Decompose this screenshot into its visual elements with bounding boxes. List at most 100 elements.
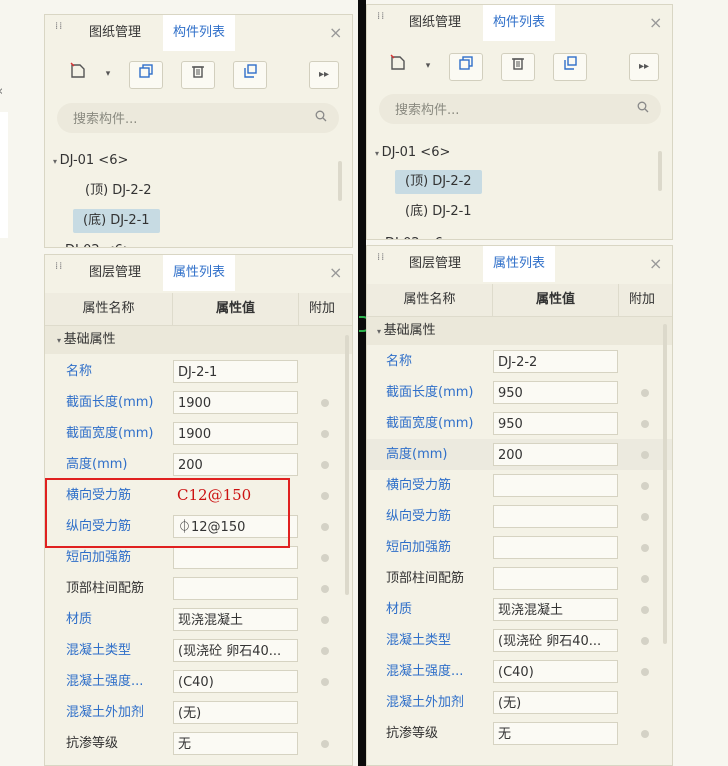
property-value-field[interactable]: 现浇混凝土 xyxy=(173,608,298,631)
property-group-basic[interactable]: ▾ 基础属性 xyxy=(45,326,352,354)
property-row[interactable]: 混凝土类型 (现浇砼 卵石40... xyxy=(367,625,672,656)
tree-node-dj-01[interactable]: ▾ DJ-01 <6> xyxy=(53,149,128,173)
property-value-field[interactable] xyxy=(493,536,618,559)
property-value-field[interactable]: 950 xyxy=(493,381,618,404)
tab-drawing-manage[interactable]: 图纸管理 xyxy=(399,5,471,41)
property-row[interactable]: 高度(mm) 200 xyxy=(367,439,672,470)
property-row[interactable]: 高度(mm) 200 xyxy=(45,449,352,480)
grip-icon[interactable]: ⁞⁞ xyxy=(377,12,385,32)
property-value-field[interactable]: (现浇砼 卵石40... xyxy=(493,629,618,652)
property-value-field[interactable]: (无) xyxy=(493,691,618,714)
tab-drawing-manage[interactable]: 图纸管理 xyxy=(79,15,151,51)
search-input[interactable] xyxy=(71,103,295,135)
property-value-field[interactable]: 1900 xyxy=(173,391,298,414)
property-scrollbar[interactable] xyxy=(345,335,349,595)
option-dot-icon[interactable] xyxy=(321,399,329,407)
tab-component-list[interactable]: 构件列表 xyxy=(483,5,556,41)
property-row[interactable]: 名称 DJ-2-2 xyxy=(367,346,672,377)
property-row[interactable]: 名称 DJ-2-1 xyxy=(45,356,352,387)
option-dot-icon[interactable] xyxy=(641,668,649,676)
property-row[interactable]: 横向受力筋 xyxy=(367,470,672,501)
option-dot-icon[interactable] xyxy=(641,451,649,459)
property-value-field[interactable]: (现浇砼 卵石40... xyxy=(173,639,298,662)
tree-node-bottom[interactable]: (底) DJ-2-1 xyxy=(405,200,472,224)
tree-node-dj-02[interactable]: DJ-02 <6> xyxy=(65,239,134,247)
close-icon[interactable]: × xyxy=(649,5,662,41)
option-dot-icon[interactable] xyxy=(641,575,649,583)
tab-component-list[interactable]: 构件列表 xyxy=(163,15,236,51)
close-icon[interactable]: × xyxy=(329,15,342,51)
grip-icon[interactable]: ⁞⁞ xyxy=(55,22,63,42)
option-dot-icon[interactable] xyxy=(321,647,329,655)
tree-node-dj-02[interactable]: DJ-02 <6> xyxy=(385,232,454,239)
property-row[interactable]: 混凝土强度... (C40) xyxy=(45,666,352,697)
property-value-field[interactable] xyxy=(493,505,618,528)
tab-property-list[interactable]: 属性列表 xyxy=(163,255,236,291)
copy-button[interactable] xyxy=(129,61,163,89)
more-button[interactable]: ▸▸ xyxy=(309,61,339,89)
option-dot-icon[interactable] xyxy=(321,616,329,624)
property-row[interactable]: 抗渗等级 无 xyxy=(367,718,672,749)
option-dot-icon[interactable] xyxy=(641,730,649,738)
property-value-field[interactable]: 1900 xyxy=(173,422,298,445)
property-value-field[interactable]: DJ-2-2 xyxy=(493,350,618,373)
option-dot-icon[interactable] xyxy=(641,482,649,490)
layer-copy-button[interactable] xyxy=(553,53,587,81)
property-value-field[interactable]: 无 xyxy=(173,732,298,755)
option-dot-icon[interactable] xyxy=(641,420,649,428)
search-input[interactable] xyxy=(393,94,617,126)
property-row[interactable]: 混凝土外加剂 (无) xyxy=(367,687,672,718)
property-value-field[interactable]: 200 xyxy=(173,453,298,476)
tree-node-bottom-selected[interactable]: (底) DJ-2-1 xyxy=(73,209,160,233)
property-value-field[interactable]: (C40) xyxy=(173,670,298,693)
delete-button[interactable] xyxy=(501,53,535,81)
search-icon[interactable] xyxy=(315,110,327,122)
property-value-field[interactable] xyxy=(493,567,618,590)
dropdown-arrow-icon[interactable]: ▾ xyxy=(101,61,115,89)
property-group-basic[interactable]: ▾ 基础属性 xyxy=(367,317,672,345)
close-icon[interactable]: × xyxy=(649,246,662,282)
property-row[interactable]: 截面长度(mm) 1900 xyxy=(45,387,352,418)
property-row[interactable]: 混凝土类型 (现浇砼 卵石40... xyxy=(45,635,352,666)
tab-property-list[interactable]: 属性列表 xyxy=(483,246,556,282)
option-dot-icon[interactable] xyxy=(641,389,649,397)
tree-node-top-selected[interactable]: (顶) DJ-2-2 xyxy=(395,170,482,194)
dropdown-arrow-icon[interactable]: ▾ xyxy=(421,53,435,81)
option-dot-icon[interactable] xyxy=(321,523,329,531)
property-row[interactable]: 截面长度(mm) 950 xyxy=(367,377,672,408)
option-dot-icon[interactable] xyxy=(641,637,649,645)
tab-layer-manage[interactable]: 图层管理 xyxy=(399,246,471,282)
property-row[interactable]: 抗渗等级 无 xyxy=(45,728,352,759)
tree-node-top[interactable]: (顶) DJ-2-2 xyxy=(85,179,152,203)
collapse-chevron-icon[interactable]: ‹ xyxy=(0,84,3,99)
tab-layer-manage[interactable]: 图层管理 xyxy=(79,255,151,291)
more-button[interactable]: ▸▸ xyxy=(629,53,659,81)
property-row[interactable]: 材质 现浇混凝土 xyxy=(45,604,352,635)
option-dot-icon[interactable] xyxy=(321,740,329,748)
option-dot-icon[interactable] xyxy=(321,554,329,562)
property-row[interactable]: 短向加强筋 xyxy=(367,532,672,563)
tree-node-dj-01[interactable]: ▾ DJ-01 <6> xyxy=(375,141,450,165)
property-value-field[interactable]: 现浇混凝土 xyxy=(493,598,618,621)
option-dot-icon[interactable] xyxy=(321,678,329,686)
option-dot-icon[interactable] xyxy=(321,430,329,438)
property-row[interactable]: 混凝土强度... (C40) xyxy=(367,656,672,687)
close-icon[interactable]: × xyxy=(329,255,342,291)
tree-scrollbar[interactable] xyxy=(658,151,662,191)
option-dot-icon[interactable] xyxy=(321,585,329,593)
option-dot-icon[interactable] xyxy=(641,513,649,521)
property-row[interactable]: 顶部柱间配筋 xyxy=(367,563,672,594)
property-scrollbar[interactable] xyxy=(663,324,667,644)
layer-copy-button[interactable] xyxy=(233,61,267,89)
property-value-field[interactable]: 200 xyxy=(493,443,618,466)
tree-scrollbar[interactable] xyxy=(338,161,342,201)
property-row[interactable]: 材质 现浇混凝土 xyxy=(367,594,672,625)
property-row[interactable]: 截面宽度(mm) 1900 xyxy=(45,418,352,449)
option-dot-icon[interactable] xyxy=(321,461,329,469)
new-component-button[interactable] xyxy=(381,53,415,81)
grip-icon[interactable]: ⁞⁞ xyxy=(55,262,63,282)
property-row[interactable]: 混凝土外加剂 (无) xyxy=(45,697,352,728)
delete-button[interactable] xyxy=(181,61,215,89)
property-value-field[interactable]: DJ-2-1 xyxy=(173,360,298,383)
search-icon[interactable] xyxy=(637,101,649,113)
